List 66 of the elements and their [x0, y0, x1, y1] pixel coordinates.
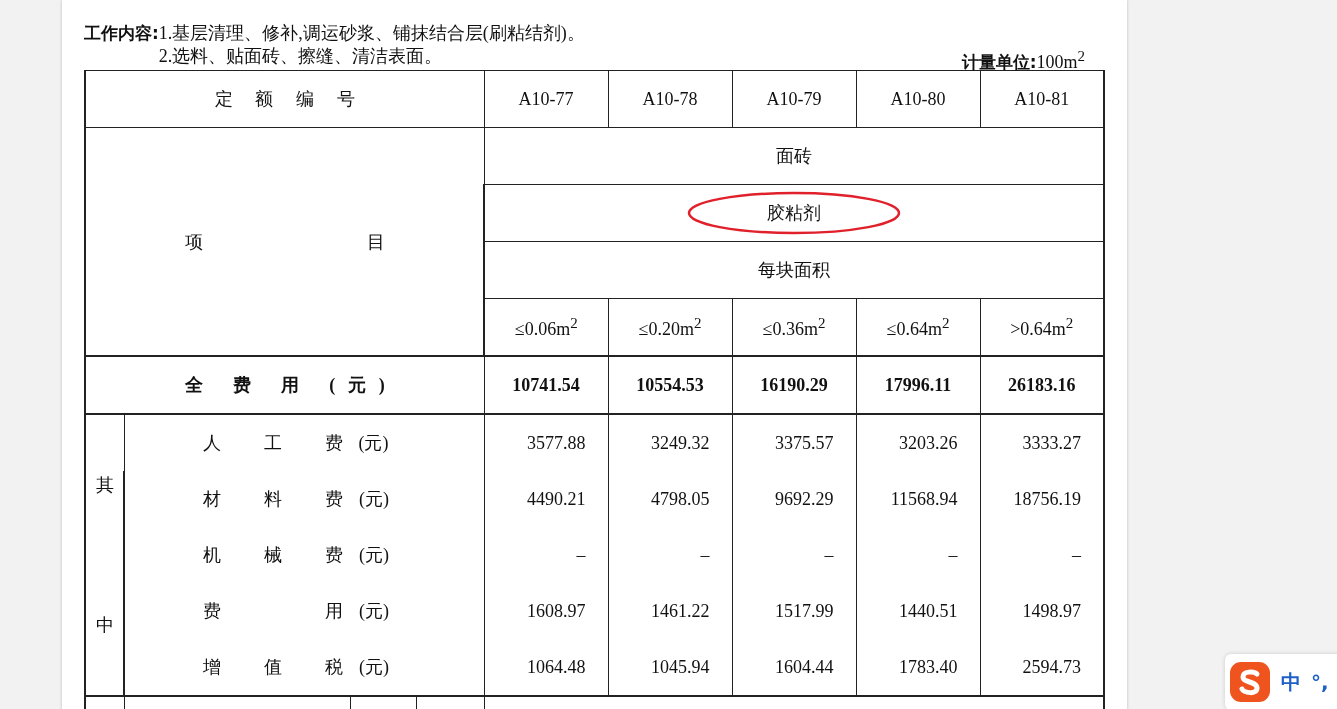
quota-code: A10-79: [766, 88, 822, 109]
quota-code: A10-78: [642, 88, 698, 109]
cost-value: 4798.05: [651, 488, 710, 509]
cost-value: 1045.94: [651, 656, 710, 677]
unit-value: 100m$^{2}$: [1036, 52, 1085, 72]
cost-value: –: [1072, 544, 1082, 565]
size-header: 每块面积: [758, 260, 831, 280]
total-cost-value: 10554.53: [636, 374, 704, 395]
cost-item-label: 增 值 税: [203, 656, 343, 679]
item-header: 项 目: [184, 230, 385, 254]
cost-value: 1461.22: [651, 600, 710, 621]
size-range: ≤0.36m$^{2}$: [762, 318, 826, 339]
cost-item-unit: (元): [359, 545, 389, 565]
cost-item-label: 材 料 费: [203, 488, 343, 511]
cost-item-label: 机 械 费: [203, 544, 343, 567]
total-cost-label: 全 费 用 (元): [184, 374, 385, 397]
total-cost-value: 10741.54: [512, 374, 580, 395]
cost-item-unit: (元): [359, 601, 389, 621]
size-range: ≤0.06m$^{2}$: [514, 318, 578, 339]
breakdown-label: 其中: [95, 474, 114, 637]
cost-value: 3333.27: [1022, 432, 1082, 453]
cost-value: 1440.51: [899, 600, 958, 621]
cost-value: 1783.40: [899, 656, 958, 677]
size-range: ≤0.64m$^{2}$: [886, 318, 950, 339]
cost-item-unit: (元): [359, 489, 389, 509]
work-content-line: 1.基层清理、修补,调运砂浆、铺抹结合层(刷粘结剂)。: [158, 22, 585, 45]
subcategory-label: 胶粘剂: [767, 203, 822, 223]
cost-value: 18756.19: [1013, 488, 1082, 509]
cost-value: –: [576, 544, 586, 565]
cost-value: 1498.97: [1022, 600, 1082, 621]
ime-mode[interactable]: 中: [1281, 668, 1301, 696]
ime-toolbar[interactable]: 中 °,: [1225, 654, 1337, 709]
ime-punctuation[interactable]: °,: [1311, 670, 1329, 694]
cost-value: 1608.97: [527, 600, 586, 621]
cost-value: 1517.99: [775, 600, 834, 621]
unit-label: 计量单位:: [961, 52, 1037, 72]
cost-value: 3203.26: [899, 432, 958, 453]
quota-code: A10-81: [1014, 88, 1070, 109]
cost-value: 1604.44: [775, 656, 834, 677]
cost-value: 11568.94: [890, 488, 958, 509]
cost-value: 4490.21: [527, 488, 586, 509]
cost-value: 1064.48: [527, 656, 586, 677]
size-range: ≤0.20m$^{2}$: [638, 318, 702, 339]
cost-value: 3577.88: [527, 432, 586, 453]
category-label: 面砖: [775, 146, 812, 166]
quota-code-header: 定 额 编 号: [214, 88, 355, 111]
work-content-label: 工作内容:: [84, 22, 159, 45]
cost-value: –: [700, 544, 710, 565]
total-cost-value: 17996.11: [884, 374, 952, 395]
size-range: >0.64m$^{2}$: [1010, 318, 1074, 339]
cost-item-unit: (元): [359, 657, 389, 677]
cost-item-label: 人 工 费: [202, 432, 343, 455]
ime-logo-icon[interactable]: [1229, 661, 1271, 703]
cost-value: 2594.73: [1022, 656, 1082, 677]
quota-code: A10-80: [890, 88, 946, 109]
cost-value: 3249.32: [651, 432, 710, 453]
cost-value: –: [948, 544, 958, 565]
total-cost-value: 26183.16: [1008, 374, 1076, 395]
cost-value: –: [824, 544, 834, 565]
cost-value: 9692.29: [775, 488, 834, 509]
total-cost-value: 16190.29: [760, 374, 828, 395]
cost-item-label: 费 用: [203, 600, 343, 623]
work-content-line: 2.选料、贴面砖、擦缝、清洁表面。: [158, 45, 444, 68]
cost-value: 3375.57: [775, 432, 834, 453]
quota-code: A10-77: [518, 88, 574, 109]
cost-item-unit: (元): [358, 433, 389, 453]
